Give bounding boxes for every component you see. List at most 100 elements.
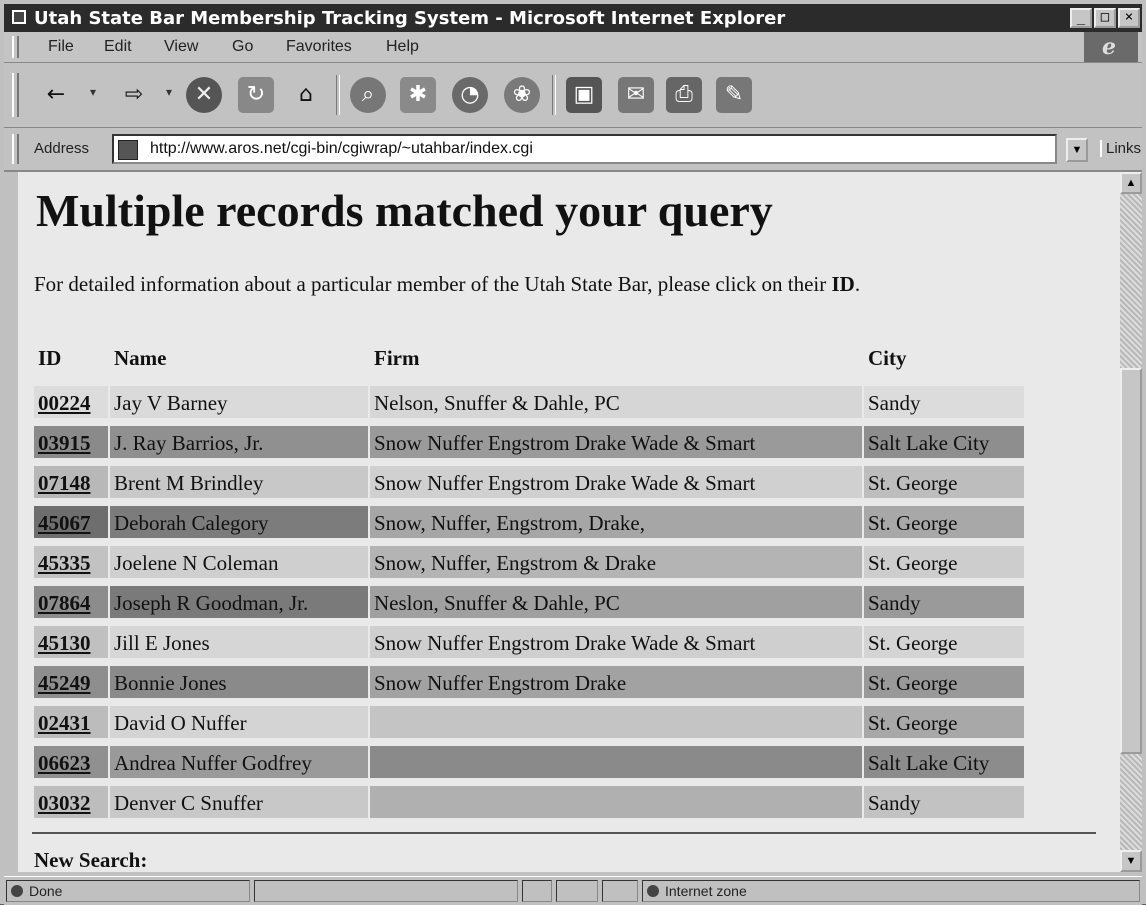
member-id-link[interactable]: 45335	[34, 546, 108, 578]
refresh-icon[interactable]: ↻	[238, 77, 274, 113]
member-city: Salt Lake City	[864, 426, 1024, 458]
table-row: 07148 Brent M Brindley Snow Nuffer Engstro…	[34, 466, 1024, 502]
member-city: St. George	[864, 506, 1024, 538]
member-city: St. George	[864, 546, 1024, 578]
fullscreen-icon[interactable]: ▣	[566, 77, 602, 113]
page-icon	[118, 140, 138, 160]
member-firm: Snow Nuffer Engstrom Drake	[370, 666, 862, 698]
address-input[interactable]: http://www.aros.net/cgi-bin/cgiwrap/~uta…	[112, 134, 1057, 164]
address-grip	[12, 134, 19, 164]
menu-edit[interactable]: Edit	[104, 38, 132, 56]
back-dropdown-icon[interactable]: ▾	[90, 85, 96, 99]
member-id-link[interactable]: 45067	[34, 506, 108, 538]
history-icon[interactable]: ◔	[452, 77, 488, 113]
menu-view[interactable]: View	[164, 38, 198, 56]
stop-icon[interactable]: ✕	[186, 77, 222, 113]
menu-help[interactable]: Help	[386, 38, 419, 56]
member-name: Jill E Jones	[110, 626, 368, 658]
title-bar: Utah State Bar Membership Tracking Syste…	[4, 4, 1142, 32]
address-dropdown-icon[interactable]: ▼	[1066, 138, 1088, 162]
member-id-link[interactable]: 00224	[34, 386, 108, 418]
member-id-link[interactable]: 07148	[34, 466, 108, 498]
member-city: St. George	[864, 626, 1024, 658]
member-firm: Snow, Nuffer, Engstrom, Drake,	[370, 506, 862, 538]
member-firm: Snow Nuffer Engstrom Drake Wade & Smart	[370, 626, 862, 658]
address-label: Address	[34, 140, 90, 157]
member-id-link[interactable]: 03915	[34, 426, 108, 458]
table-row: 07864 Joseph R Goodman, Jr. Neslon, Snuffe…	[34, 586, 1024, 622]
member-name: Brent M Brindley	[110, 466, 368, 498]
mail-icon[interactable]: ✉	[618, 77, 654, 113]
member-id-link[interactable]: 02431	[34, 706, 108, 738]
toolbar-grip	[12, 73, 19, 117]
table-row: 45335 Joelene N Coleman Snow, Nuffer, Engs…	[34, 546, 1024, 582]
page-status-icon	[11, 885, 23, 897]
intro-sentence: For detailed information about a particu…	[34, 272, 832, 296]
status-panel	[556, 880, 598, 902]
links-button[interactable]: Links	[1100, 140, 1141, 157]
member-name: Jay V Barney	[110, 386, 368, 418]
scroll-thumb[interactable]	[1120, 368, 1142, 754]
address-url[interactable]: http://www.aros.net/cgi-bin/cgiwrap/~uta…	[150, 140, 533, 158]
member-name: Joseph R Goodman, Jr.	[110, 586, 368, 618]
window-title: Utah State Bar Membership Tracking Syste…	[34, 8, 786, 29]
scroll-up-icon[interactable]: ▲	[1120, 172, 1142, 194]
favorites-icon[interactable]: ✱	[400, 77, 436, 113]
member-city: St. George	[864, 706, 1024, 738]
page-heading: Multiple records matched your query	[36, 185, 773, 236]
intro-id-word: ID	[831, 272, 855, 296]
member-firm: Snow, Nuffer, Engstrom & Drake	[370, 546, 862, 578]
toolbar-separator	[552, 75, 556, 115]
search-icon[interactable]: ⌕	[350, 77, 386, 113]
browser-window: Utah State Bar Membership Tracking Syste…	[0, 0, 1146, 905]
member-city: Sandy	[864, 386, 1024, 418]
menu-favorites[interactable]: Favorites	[286, 38, 352, 56]
member-name: Joelene N Coleman	[110, 546, 368, 578]
member-name: Bonnie Jones	[110, 666, 368, 698]
table-row: 45249 Bonnie Jones Snow Nuffer Engstrom Dr…	[34, 666, 1024, 702]
vertical-scrollbar[interactable]: ▲ ▼	[1120, 172, 1142, 872]
close-button[interactable]: ×	[1118, 8, 1140, 28]
status-text-panel: Done	[6, 880, 250, 902]
forward-icon[interactable]: ⇨	[116, 77, 152, 113]
status-text: Done	[29, 883, 63, 899]
member-id-link[interactable]: 07864	[34, 586, 108, 618]
member-city: Sandy	[864, 786, 1024, 818]
globe-icon	[647, 885, 659, 897]
member-firm: Snow Nuffer Engstrom Drake Wade & Smart	[370, 466, 862, 498]
member-firm	[370, 706, 862, 738]
zone-text: Internet zone	[665, 883, 747, 899]
member-city: St. George	[864, 466, 1024, 498]
minimize-button[interactable]: _	[1070, 8, 1092, 28]
forward-dropdown-icon[interactable]: ▾	[166, 85, 172, 99]
page-content: Multiple records matched your query For …	[18, 172, 1120, 872]
member-id-link[interactable]: 45249	[34, 666, 108, 698]
member-id-link[interactable]: 03032	[34, 786, 108, 818]
member-name: Andrea Nuffer Godfrey	[110, 746, 368, 778]
member-firm: Snow Nuffer Engstrom Drake Wade & Smart	[370, 426, 862, 458]
status-panel	[522, 880, 552, 902]
member-name: Deborah Calegory	[110, 506, 368, 538]
channels-icon[interactable]: ❀	[504, 77, 540, 113]
member-firm: Nelson, Snuffer & Dahle, PC	[370, 386, 862, 418]
edit-icon[interactable]: ✎	[716, 77, 752, 113]
member-id-link[interactable]: 06623	[34, 746, 108, 778]
member-firm	[370, 786, 862, 818]
menu-go[interactable]: Go	[232, 38, 253, 56]
member-firm: Neslon, Snuffer & Dahle, PC	[370, 586, 862, 618]
intro-text: For detailed information about a particu…	[34, 272, 861, 296]
table-row: 02431 David O Nuffer St. George	[34, 706, 1024, 742]
menu-file[interactable]: File	[48, 38, 74, 56]
member-name: J. Ray Barrios, Jr.	[110, 426, 368, 458]
maximize-button[interactable]: □	[1094, 8, 1116, 28]
scroll-down-icon[interactable]: ▼	[1120, 850, 1142, 872]
member-name: David O Nuffer	[110, 706, 368, 738]
status-panel	[602, 880, 638, 902]
status-panel	[254, 880, 518, 902]
print-icon[interactable]: ⎙	[666, 77, 702, 113]
back-icon[interactable]: ←	[38, 77, 74, 113]
member-id-link[interactable]: 45130	[34, 626, 108, 658]
table-row: 06623 Andrea Nuffer Godfrey Salt Lake City	[34, 746, 1024, 782]
home-icon[interactable]: ⌂	[288, 77, 324, 113]
toolbar: ← ▾ ⇨ ▾ ✕ ↻ ⌂ ⌕ ✱ ◔ ❀ ▣ ✉ ⎙ ✎	[4, 63, 1142, 128]
